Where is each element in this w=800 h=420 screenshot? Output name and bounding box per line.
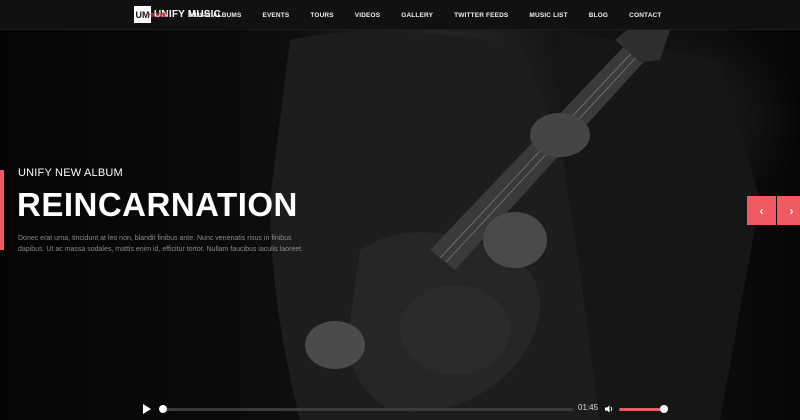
play-icon[interactable] (143, 404, 151, 414)
nav-item-music-list[interactable]: MUSIC LIST (519, 12, 578, 19)
hero-title: REINCARNATION (17, 186, 298, 223)
nav-item-contact[interactable]: CONTACT (619, 12, 672, 19)
nav-item-music-albums[interactable]: MUSIC ALBUMS (179, 12, 252, 19)
nav-item-blog[interactable]: BLOG (578, 12, 618, 19)
current-time: 01:45 (578, 403, 599, 412)
chevron-left-icon: ‹ (759, 203, 764, 218)
slider-prev-button[interactable]: ‹ (747, 196, 776, 225)
progress-track[interactable] (161, 408, 573, 411)
volume-thumb[interactable] (660, 405, 668, 413)
audio-player: 01:45 (137, 398, 677, 420)
caption-accent-bar (0, 170, 4, 250)
chevron-right-icon: › (789, 203, 794, 218)
nav-item-tours[interactable]: TOURS (300, 12, 344, 19)
hero-subtitle: UNIFY NEW ALBUM (18, 167, 123, 179)
progress-thumb[interactable] (159, 405, 167, 413)
main-nav: HOME MUSIC ALBUMS EVENTS TOURS VIDEOS GA… (138, 0, 672, 30)
nav-item-videos[interactable]: VIDEOS (344, 12, 390, 19)
top-navbar: UM UNIFY MUSIC HOME MUSIC ALBUMS EVENTS … (0, 0, 800, 30)
hero-description: Donec erat urna, tincidunt at leo non, b… (18, 235, 304, 253)
volume-track[interactable] (619, 408, 665, 411)
nav-item-gallery[interactable]: GALLERY (391, 12, 444, 19)
nav-item-events[interactable]: EVENTS (252, 12, 300, 19)
volume-icon[interactable] (604, 404, 614, 414)
slider-next-button[interactable]: › (777, 196, 800, 225)
nav-item-twitter-feeds[interactable]: TWITTER FEEDS (444, 12, 519, 19)
nav-item-home[interactable]: HOME (138, 12, 179, 19)
